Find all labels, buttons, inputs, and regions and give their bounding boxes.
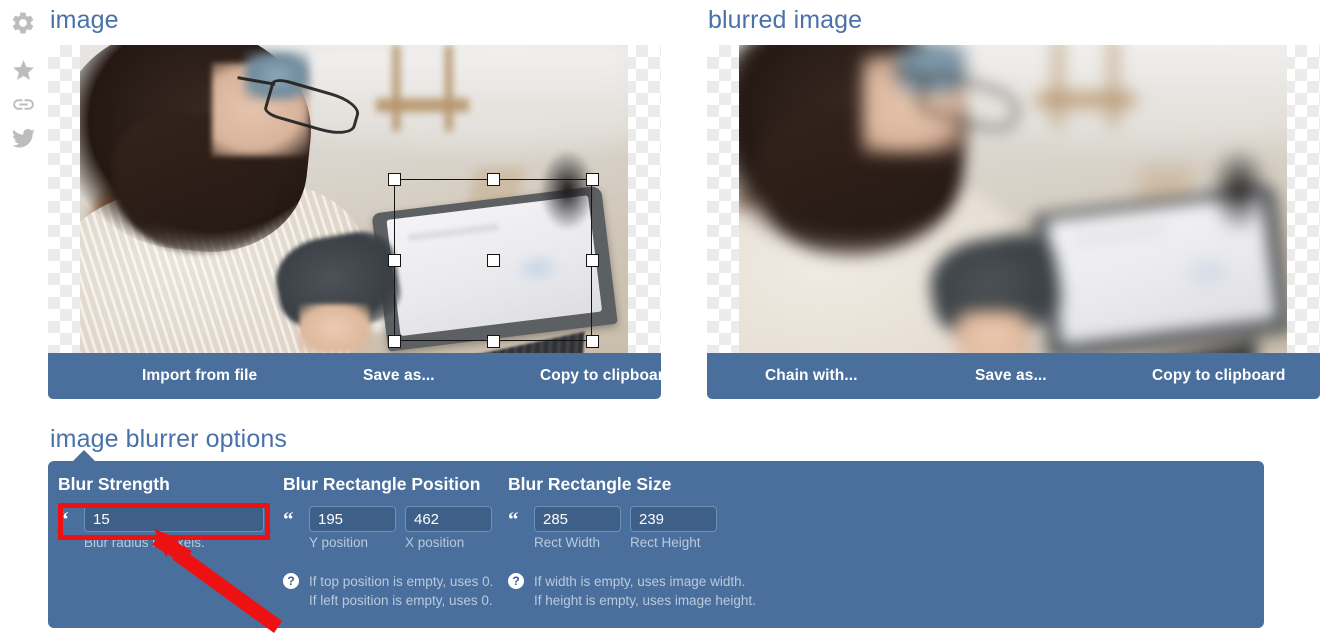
- page-title-image: image: [50, 6, 119, 34]
- help-icon[interactable]: ?: [283, 573, 299, 589]
- blur-rectangle-size-group: Blur Rectangle Size “ Rect Width Rect He…: [508, 474, 756, 610]
- y-position-input[interactable]: [309, 506, 396, 532]
- save-as-button[interactable]: Save as...: [363, 367, 435, 385]
- panel-caret: [72, 450, 96, 462]
- rect-height-input[interactable]: [630, 506, 717, 532]
- blurred-image-canvas[interactable]: [707, 45, 1320, 353]
- blur-strength-caption: Blur radius in pixels.: [84, 535, 205, 550]
- copy-to-clipboard-button[interactable]: Copy to clipboard: [1152, 367, 1285, 385]
- import-from-file-button[interactable]: Import from file: [142, 367, 257, 385]
- blur-strength-input[interactable]: [84, 506, 264, 532]
- sidebar-icon-rail: [0, 0, 46, 180]
- quote-icon: “: [283, 506, 294, 531]
- blur-strength-group: Blur Strength “ Blur radius in pixels.: [58, 474, 264, 550]
- rect-height-label: Rect Height: [630, 535, 701, 550]
- x-position-label: X position: [405, 535, 465, 550]
- gear-icon[interactable]: [8, 8, 38, 38]
- blurred-image-card: Chain with... Save as... Copy to clipboard: [707, 45, 1320, 399]
- image-card: Import from file Save as... Copy to clipbo…: [48, 45, 673, 399]
- blur-rectangle-position-group: Blur Rectangle Position “ Y position X p…: [283, 474, 493, 610]
- image-action-bar: Import from file Save as... Copy to clipbo…: [48, 353, 673, 399]
- quote-icon: “: [58, 506, 69, 531]
- image-blurrer-options-panel: Blur Strength “ Blur radius in pixels. B…: [48, 450, 1264, 628]
- image-canvas[interactable]: [48, 45, 661, 353]
- blur-rectangle-position-label: Blur Rectangle Position: [283, 474, 481, 494]
- link-icon[interactable]: [8, 89, 38, 119]
- page-root: image blurred image image blurrer option…: [0, 0, 1323, 642]
- twitter-icon[interactable]: [8, 123, 38, 153]
- copy-to-clipboard-button[interactable]: Copy to clipboard: [540, 367, 673, 385]
- rect-width-input[interactable]: [534, 506, 621, 532]
- save-as-button[interactable]: Save as...: [975, 367, 1047, 385]
- rect-width-label: Rect Width: [534, 535, 601, 550]
- blurred-photo: [739, 45, 1287, 353]
- blurred-image-action-bar: Chain with... Save as... Copy to clipboard: [707, 353, 1320, 399]
- page-title-blurred-image: blurred image: [708, 6, 863, 34]
- size-hint-line-2: If height is empty, uses image height.: [534, 593, 756, 608]
- blur-strength-label: Blur Strength: [58, 474, 170, 494]
- source-photo: [80, 45, 628, 353]
- help-icon[interactable]: ?: [508, 573, 524, 589]
- blur-rectangle-size-label: Blur Rectangle Size: [508, 474, 672, 494]
- position-hint-line-1: If top position is empty, uses 0.: [309, 574, 494, 589]
- star-icon[interactable]: [8, 55, 38, 85]
- chain-with-button[interactable]: Chain with...: [765, 367, 858, 385]
- x-position-input[interactable]: [405, 506, 492, 532]
- quote-icon: “: [508, 506, 519, 531]
- position-hint-line-2: If left position is empty, uses 0.: [309, 593, 493, 608]
- size-hint-line-1: If width is empty, uses image width.: [534, 574, 746, 589]
- y-position-label: Y position: [309, 535, 369, 550]
